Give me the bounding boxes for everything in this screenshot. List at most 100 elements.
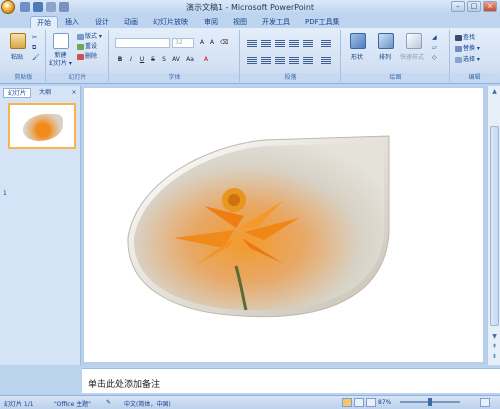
change-case-button[interactable]: Aa	[186, 56, 194, 64]
new-slide-icon[interactable]	[53, 33, 69, 49]
spacing-button[interactable]: AV	[172, 56, 180, 64]
ribbon: 粘贴 ✂ ⧉ 🖌 剪贴板 新建 幻灯片 ▾ 版式 ▾ 重设 删除 幻灯片 32 …	[0, 28, 500, 84]
reset-label: 重设	[85, 43, 98, 50]
shape-fill-icon[interactable]: ◢	[432, 34, 437, 42]
slide[interactable]	[84, 88, 483, 362]
tab-5[interactable]: 审阅	[204, 16, 218, 28]
shadow-button[interactable]: S	[160, 56, 168, 64]
smartart-icon[interactable]	[321, 57, 331, 64]
shape-outline-icon[interactable]: ▱	[432, 44, 437, 52]
cut-icon[interactable]: ✂	[32, 34, 37, 42]
numbering-icon[interactable]	[261, 40, 271, 47]
arrange-icon[interactable]	[378, 33, 394, 49]
next-slide-icon[interactable]: ⇟	[489, 352, 500, 362]
text-direction-icon[interactable]	[321, 40, 331, 47]
close-panel-icon[interactable]: ×	[69, 88, 79, 98]
group-label: 剪贴板	[2, 73, 45, 82]
group-font: 32 A A ⌫ B I U S S AV Aa A 字体	[110, 30, 240, 82]
spellcheck-icon[interactable]: ✎	[106, 399, 111, 406]
tab-1[interactable]: 插入	[65, 16, 79, 28]
align-right-icon[interactable]	[275, 57, 285, 64]
font-color-button[interactable]: A	[202, 56, 210, 64]
tab-outline[interactable]: 大纲	[33, 88, 57, 98]
maximize-button[interactable]: □	[467, 1, 481, 12]
prev-slide-icon[interactable]: ⇞	[489, 342, 500, 352]
bold-button[interactable]: B	[116, 56, 124, 64]
font-size-combo[interactable]: 32	[172, 38, 194, 48]
new-slide-button[interactable]: 新建 幻灯片 ▾	[49, 52, 72, 68]
reset-button[interactable]: 重设	[77, 43, 97, 51]
replace-button[interactable]: 替换 ▾	[455, 45, 480, 53]
minimize-button[interactable]: –	[451, 1, 465, 12]
font-name-combo[interactable]	[115, 38, 170, 48]
replace-label: 替换 ▾	[463, 45, 480, 52]
tab-slides[interactable]: 幻灯片	[3, 88, 31, 98]
notes-pane[interactable]: 单击此处添加备注	[82, 368, 500, 393]
shape-button[interactable]: 形状	[351, 52, 363, 61]
arrange-button[interactable]: 排列	[379, 52, 391, 61]
group-label: 编辑	[451, 73, 498, 82]
shape-effects-icon[interactable]: ◇	[432, 54, 437, 62]
tab-6[interactable]: 视图	[233, 16, 247, 28]
tab-7[interactable]: 开发工具	[262, 16, 290, 28]
select-button[interactable]: 选择 ▾	[455, 56, 480, 64]
format-painter-icon[interactable]: 🖌	[32, 54, 40, 62]
tab-0[interactable]: 开始	[30, 16, 58, 28]
shrink-font-button[interactable]: A	[208, 39, 216, 47]
tab-4[interactable]: 幻灯片放映	[153, 16, 188, 28]
close-button[interactable]: ×	[483, 1, 497, 12]
justify-icon[interactable]	[289, 57, 299, 64]
scroll-thumb[interactable]	[490, 126, 499, 326]
flower-picture[interactable]	[84, 88, 483, 362]
scroll-down-icon[interactable]: ▼	[489, 332, 500, 342]
quick-styles-button[interactable]: 快速样式	[400, 52, 424, 61]
italic-button[interactable]: I	[127, 56, 135, 64]
find-button[interactable]: 查找	[455, 34, 475, 42]
find-label: 查找	[463, 34, 476, 41]
columns-icon[interactable]	[303, 57, 313, 64]
fit-window-button[interactable]	[480, 398, 490, 407]
scroll-up-icon[interactable]: ▲	[489, 87, 500, 97]
align-center-icon[interactable]	[261, 57, 271, 64]
align-left-icon[interactable]	[247, 57, 257, 64]
quick-styles-icon[interactable]	[406, 33, 422, 49]
clear-format-button[interactable]: ⌫	[220, 39, 228, 47]
clipboard-icon[interactable]	[10, 33, 26, 49]
zoom-thumb[interactable]	[428, 398, 432, 406]
group-slides: 新建 幻灯片 ▾ 版式 ▾ 重设 删除 幻灯片	[47, 30, 109, 82]
panel-tabs: 幻灯片 大纲 ×	[3, 88, 79, 98]
theme-name: "Office 主题"	[54, 401, 91, 408]
ribbon-tabs: 开始 插入 设计 动画 幻灯片放映 审阅 视图 开发工具 PDF工具集	[0, 14, 500, 28]
status-bar: 幻灯片 1/1 "Office 主题" ✎ 中文(简体，中国) 87%	[0, 395, 500, 409]
tab-2[interactable]: 设计	[95, 16, 109, 28]
thumbnail-image	[23, 114, 63, 141]
increase-indent-icon[interactable]	[289, 40, 299, 47]
slideshow-button[interactable]	[366, 398, 376, 407]
select-label: 选择 ▾	[463, 56, 480, 63]
grow-font-button[interactable]: A	[198, 39, 206, 47]
strikethrough-button[interactable]: S	[149, 56, 157, 64]
paste-button[interactable]: 粘贴	[11, 52, 23, 61]
normal-view-button[interactable]	[342, 398, 352, 407]
shapes-icon[interactable]	[350, 33, 366, 49]
vertical-scrollbar[interactable]: ▲ ▼ ⇞ ⇟	[487, 86, 500, 365]
tab-3[interactable]: 动画	[124, 16, 138, 28]
group-label: 绘图	[342, 73, 449, 82]
title-bar: 演示文稿1 - Microsoft PowerPoint – □ ×	[0, 0, 500, 14]
group-label: 幻灯片	[47, 73, 108, 82]
group-label: 段落	[241, 73, 340, 82]
line-spacing-icon[interactable]	[303, 40, 313, 47]
slide-number: 1	[3, 190, 7, 197]
layout-button[interactable]: 版式 ▾	[77, 33, 102, 41]
tab-8[interactable]: PDF工具集	[305, 16, 340, 28]
group-clipboard: 粘贴 ✂ ⧉ 🖌 剪贴板	[2, 30, 46, 82]
slide-sorter-button[interactable]	[354, 398, 364, 407]
underline-button[interactable]: U	[138, 56, 146, 64]
copy-icon[interactable]: ⧉	[32, 44, 36, 52]
delete-button[interactable]: 删除	[77, 53, 97, 61]
group-label: 字体	[110, 73, 239, 82]
decrease-indent-icon[interactable]	[275, 40, 285, 47]
bullets-icon[interactable]	[247, 40, 257, 47]
slide-thumbnail[interactable]	[8, 103, 76, 149]
binoculars-icon	[455, 34, 462, 41]
